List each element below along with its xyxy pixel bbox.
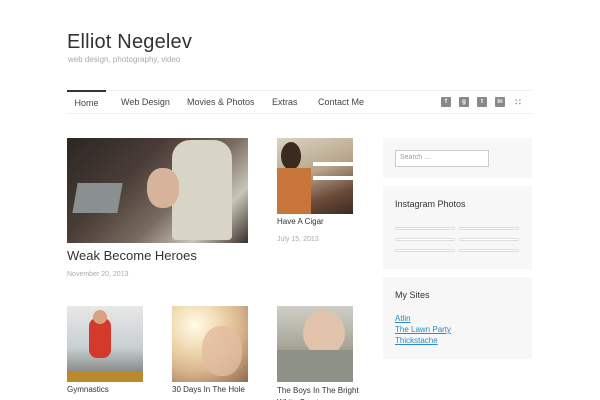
instagram-photo-placeholder[interactable] [395, 238, 455, 241]
post-title-30-days-in-the-hole[interactable]: 30 Days In The Hole [172, 385, 245, 394]
instagram-photo-placeholder[interactable] [395, 227, 455, 230]
photo-shape [172, 140, 232, 240]
post-thumbnail-the-boys-in-the-bright[interactable] [277, 306, 353, 382]
site-link-the-lawn-party[interactable]: The Lawn Party [395, 325, 451, 334]
site-link-thickstache[interactable]: Thickstache [395, 336, 438, 345]
site-tagline: web design, photography, video [68, 55, 181, 64]
instagram-widget-title: Instagram Photos [395, 199, 466, 209]
photo-shape [89, 318, 111, 358]
facebook-icon[interactable]: f [441, 97, 451, 107]
google-plus-icon[interactable]: g [459, 97, 469, 107]
photo-shape [93, 310, 107, 324]
instagram-photo-placeholder[interactable] [459, 238, 519, 241]
nav-item-home[interactable]: Home [67, 90, 106, 113]
instagram-photo-placeholder[interactable] [395, 249, 455, 252]
instagram-photo-placeholder[interactable] [459, 227, 519, 230]
post-title-have-a-cigar[interactable]: Have A Cigar [277, 217, 324, 226]
photo-shape [313, 162, 353, 166]
search-widget: Search ... [383, 138, 532, 178]
post-thumbnail-gymnastics[interactable] [67, 306, 143, 382]
photo-shape [147, 168, 179, 208]
post-thumbnail-have-a-cigar[interactable] [277, 138, 353, 214]
photo-shape [277, 168, 311, 214]
post-thumbnail-30-days-in-the-hole[interactable] [172, 306, 248, 382]
post-title-the-boys-in-the-bright[interactable]: The Boys In The Bright White Sports [277, 385, 367, 400]
linkedin-icon[interactable]: in [495, 97, 505, 107]
post-title-weak-become-heroes[interactable]: Weak Become Heroes [67, 248, 197, 263]
main-nav: Home Web Design Movies & Photos Extras C… [67, 90, 532, 114]
nav-item-extras[interactable]: Extras [272, 91, 298, 114]
photo-shape [72, 183, 123, 213]
my-sites-widget: My Sites Atlin The Lawn Party Thickstach… [383, 277, 532, 359]
post-date: November 20, 2013 [67, 271, 129, 278]
post-title-gymnastics[interactable]: Gymnastics [67, 385, 109, 394]
photo-shape [313, 176, 353, 180]
instagram-photo-placeholder[interactable] [459, 249, 519, 252]
rss-icon[interactable]: ∷ [513, 97, 523, 107]
twitter-icon[interactable]: t [477, 97, 487, 107]
photo-shape [202, 326, 242, 376]
nav-item-contact-me[interactable]: Contact Me [318, 91, 364, 114]
search-input[interactable]: Search ... [395, 150, 489, 167]
my-sites-widget-title: My Sites [395, 290, 430, 300]
site-link-atlin[interactable]: Atlin [395, 314, 411, 323]
post-date: July 15, 2013 [277, 236, 319, 243]
photo-shape [277, 350, 353, 382]
site-title[interactable]: Elliot Negelev [67, 31, 192, 54]
nav-item-web-design[interactable]: Web Design [121, 91, 170, 114]
post-thumbnail-weak-become-heroes[interactable] [67, 138, 248, 243]
nav-item-movies-photos[interactable]: Movies & Photos [187, 91, 255, 114]
photo-shape [281, 142, 301, 170]
photo-shape [67, 372, 143, 382]
instagram-widget: Instagram Photos [383, 186, 532, 269]
